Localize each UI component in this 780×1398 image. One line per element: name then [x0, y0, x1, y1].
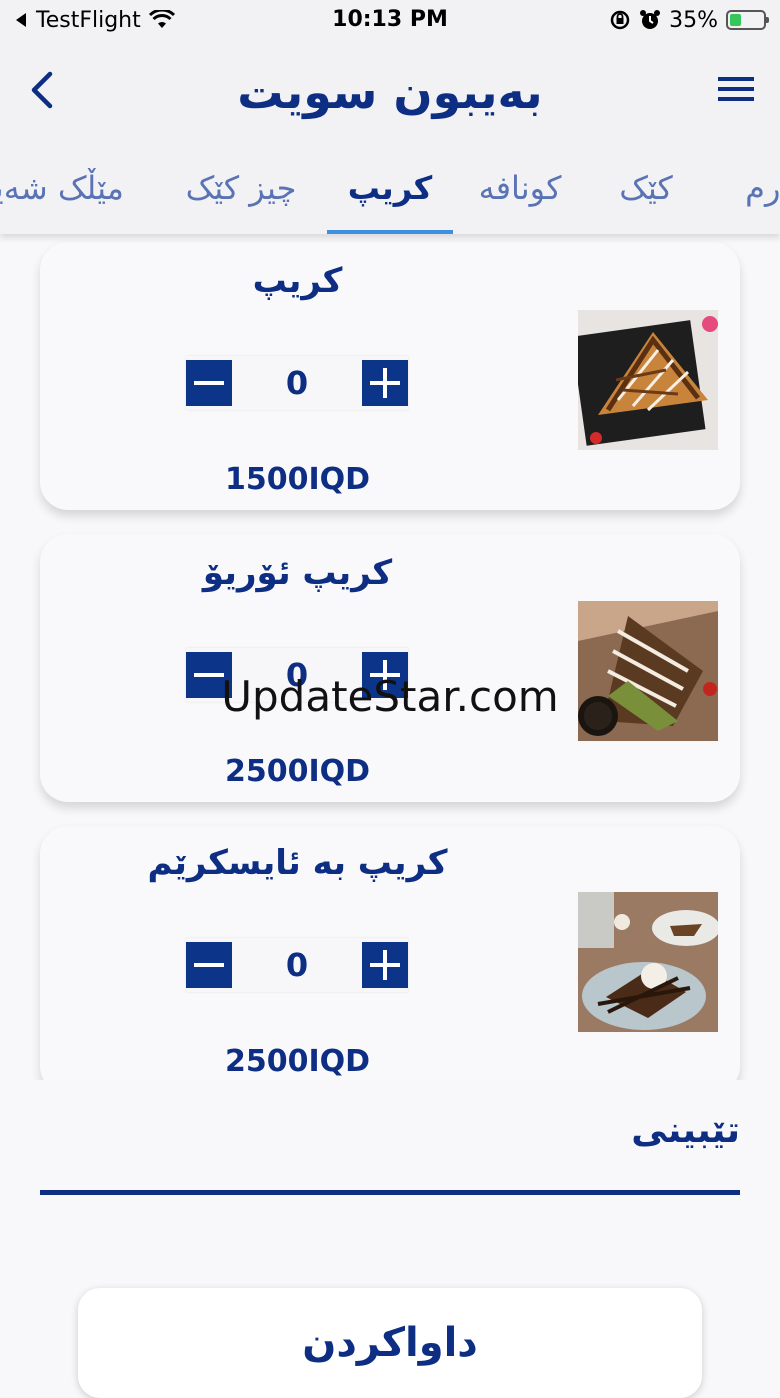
tab-hot[interactable]: گەرم — [724, 166, 780, 210]
order-button[interactable]: داواکردن — [78, 1288, 702, 1398]
alarm-icon — [640, 10, 661, 29]
tab-crepe[interactable]: کریپ — [327, 166, 453, 210]
battery-percent: 35% — [669, 7, 718, 33]
item-price: 2500IQD — [224, 1044, 371, 1079]
menu-item-card: کریپ بە ئایسکرێم 0 2500IQD — [40, 826, 740, 1094]
battery-level-fill — [730, 14, 741, 26]
quantity-stepper: 0 — [186, 356, 408, 410]
notes-section: تێبینی داواکردن — [0, 1080, 780, 1398]
status-bar: TestFlight 10:13 PM 35% — [0, 0, 780, 42]
tab-cake[interactable]: کێک — [586, 166, 706, 210]
increase-quantity-button[interactable] — [362, 360, 408, 406]
battery-icon — [726, 10, 769, 30]
minus-icon — [194, 381, 224, 385]
ice-cream-crepe-photo — [578, 892, 718, 1032]
increase-quantity-button[interactable] — [362, 942, 408, 988]
status-indicators: 35% — [609, 6, 769, 34]
quantity-stepper: 0 — [186, 938, 408, 992]
minus-icon — [194, 963, 224, 967]
item-name: کریپ ئۆریۆ — [202, 553, 393, 593]
battery-tip — [766, 17, 769, 23]
item-name: کریپ — [252, 261, 343, 301]
item-price: 2500IQD — [224, 754, 371, 789]
notes-label: تێبینی — [631, 1110, 740, 1151]
active-tab-indicator — [327, 230, 453, 234]
category-tabs: گەرم کێک کونافە کریپ چیز کێک مێڵک شەیک — [0, 154, 780, 234]
plus-icon-vertical — [383, 368, 387, 398]
notes-input[interactable] — [40, 1110, 604, 1192]
page-title: بەیبون سویت — [237, 65, 543, 119]
plus-icon-vertical — [383, 950, 387, 980]
decrease-quantity-button[interactable] — [186, 942, 232, 988]
tab-milkshake[interactable]: مێڵک شەیک — [0, 166, 130, 210]
menu-button[interactable] — [718, 74, 754, 104]
watermark-text: UpdateStar.com — [221, 672, 559, 721]
orientation-lock-icon — [610, 10, 630, 30]
item-price: 1500IQD — [224, 462, 371, 497]
crepe-photo — [578, 310, 718, 450]
menu-item-card: کریپ ئۆریۆ 0 2500IQD — [40, 534, 740, 802]
menu-item-card: کریپ 0 1500IQD — [40, 242, 740, 510]
app-header: بەیبون سویت گەرم کێک کونافە کریپ چیز کێک… — [0, 42, 780, 234]
tab-kunafa[interactable]: کونافە — [460, 166, 580, 210]
quantity-value: 0 — [285, 946, 309, 984]
tab-cheesecake[interactable]: چیز کێک — [172, 166, 310, 210]
hamburger-menu-icon — [718, 77, 754, 101]
notes-underline — [40, 1190, 740, 1195]
quantity-value: 0 — [285, 364, 309, 402]
item-name: کریپ بە ئایسکرێم — [147, 843, 448, 883]
decrease-quantity-button[interactable] — [186, 360, 232, 406]
